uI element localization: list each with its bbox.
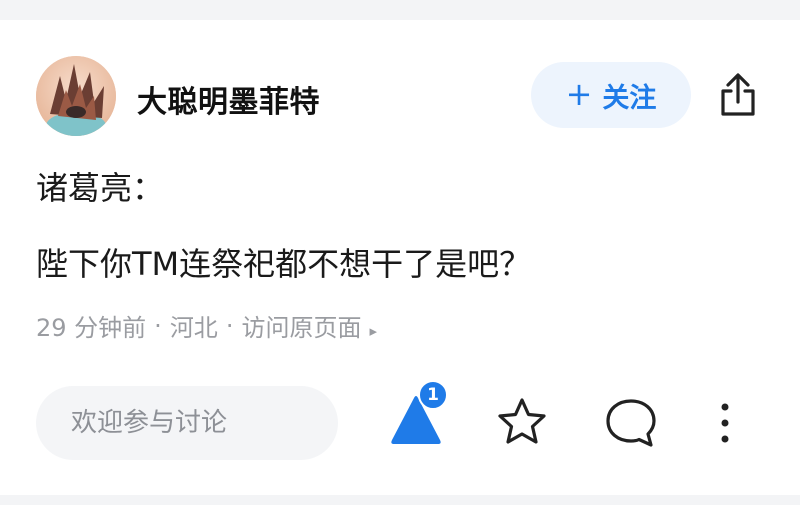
top-divider — [0, 0, 800, 20]
bottom-divider — [0, 495, 800, 505]
star-icon[interactable] — [494, 396, 550, 450]
post-body: 诸葛亮： 陛下你TM连祭祀都不想干了是吧？ — [36, 166, 764, 286]
more-vertical-icon[interactable] — [715, 400, 735, 446]
play-arrow-icon: ▸ — [369, 322, 377, 340]
follow-label: 关注 — [602, 82, 657, 114]
comment-bubble-icon[interactable] — [603, 397, 659, 449]
meta-separator: · — [154, 311, 162, 340]
view-original-link[interactable]: 访问原页面 ▸ — [241, 308, 377, 343]
post-time: 29 分钟前 — [36, 314, 147, 342]
post-line-2: 陛下你TM连祭祀都不想干了是吧？ — [36, 245, 532, 283]
view-original-label: 访问原页面 — [241, 314, 362, 342]
username[interactable]: 大聪明墨菲特 — [137, 77, 320, 121]
plus-icon: + — [565, 74, 593, 113]
share-icon[interactable] — [718, 72, 758, 118]
like-count-badge: 1 — [418, 380, 448, 410]
post-header: 大聪明墨菲特 + 关注 — [36, 56, 764, 136]
post-location: 河北 — [169, 314, 218, 342]
post-line-1: 诸葛亮： — [36, 169, 165, 207]
comment-input[interactable]: 欢迎参与讨论 — [36, 386, 338, 460]
post-meta: 29 分钟前 · 河北 · 访问原页面 ▸ — [36, 308, 377, 343]
avatar[interactable] — [36, 56, 116, 136]
meta-separator: · — [225, 311, 234, 340]
follow-button[interactable]: + 关注 — [531, 62, 691, 128]
